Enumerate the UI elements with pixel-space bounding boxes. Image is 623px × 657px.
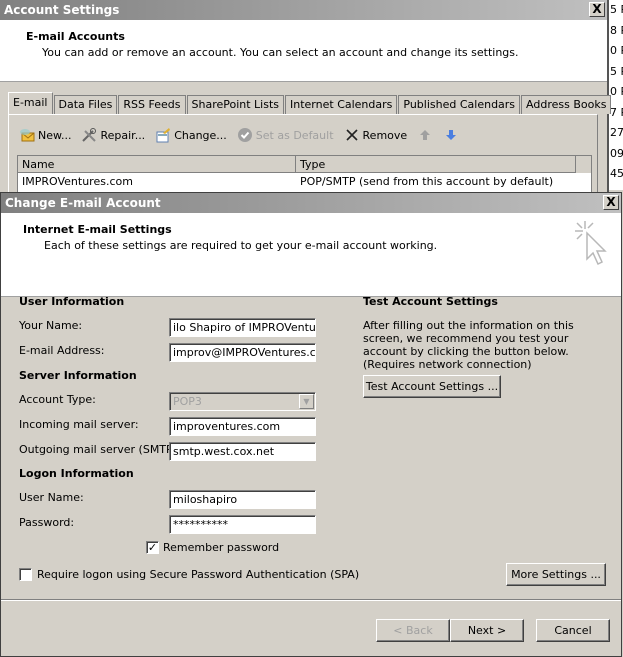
checkmark-icon: ✓ [147, 541, 158, 554]
bg-text: 27 [610, 126, 623, 139]
tab-sharepoint-lists[interactable]: SharePoint Lists [186, 95, 285, 114]
email-address-label: E-mail Address: [19, 344, 105, 357]
tab-published-calendars[interactable]: Published Calendars [398, 95, 521, 114]
spa-label: Require logon using Secure Password Auth… [37, 568, 360, 581]
spa-checkbox[interactable] [19, 568, 32, 581]
change-button[interactable]: Change... [155, 127, 227, 143]
tab-bar: E-mail Data Files RSS Feeds SharePoint L… [8, 92, 612, 114]
bg-text: 5 P [610, 3, 623, 16]
repair-label: Repair... [100, 128, 146, 142]
account-name-cell: IMPROVentures.com [22, 175, 133, 188]
divider [1, 599, 621, 601]
logon-information-heading: Logon Information [19, 467, 134, 480]
bg-text: 5 P [610, 64, 623, 78]
server-information-heading: Server Information [19, 369, 137, 382]
user-name-label: User Name: [19, 491, 84, 504]
remove-button[interactable]: Remove [344, 127, 408, 143]
incoming-server-label: Incoming mail server: [19, 418, 139, 431]
dropdown-arrow-icon: ▼ [299, 394, 314, 409]
repair-tools-icon [82, 128, 97, 142]
window-title: Account Settings [4, 3, 120, 17]
remember-password-label: Remember password [163, 541, 280, 554]
tab-address-books[interactable]: Address Books [521, 95, 612, 114]
checkmark-circle-icon [237, 128, 252, 142]
new-label: New... [38, 128, 72, 142]
title-bar: Account Settings X [0, 0, 607, 20]
tab-internet-calendars[interactable]: Internet Calendars [285, 95, 398, 114]
user-information-heading: User Information [19, 295, 125, 308]
close-button[interactable]: X [603, 195, 619, 210]
bg-text: 8 P [610, 23, 623, 37]
bg-text: 45 [610, 167, 623, 180]
tab-email[interactable]: E-mail [8, 92, 53, 114]
set-default-label: Set as Default [255, 128, 334, 142]
header-description: Each of these settings are required to g… [44, 239, 438, 252]
new-button[interactable]: New... [19, 127, 71, 143]
remove-x-icon [345, 129, 358, 141]
header-panel: E-mail Accounts You can add or remove an… [0, 20, 607, 82]
remember-password-checkbox[interactable]: ✓ [146, 541, 159, 554]
repair-button[interactable]: Repair... [81, 127, 145, 143]
account-type-label: Account Type: [19, 393, 96, 406]
close-icon: X [606, 195, 616, 209]
header-title: E-mail Accounts [26, 30, 125, 43]
test-account-heading: Test Account Settings [363, 295, 498, 308]
header-description: You can add or remove an account. You ca… [42, 46, 519, 59]
bg-text: 36 [609, 185, 623, 191]
bg-text: 0 P [610, 44, 623, 57]
cancel-button[interactable]: Cancel [536, 619, 610, 642]
test-account-settings-button[interactable]: Test Account Settings ... [363, 375, 501, 398]
outgoing-server-input[interactable]: smtp.west.cox.net [169, 442, 316, 461]
column-header-name[interactable]: Name [18, 156, 296, 173]
password-input[interactable]: ********** [169, 515, 316, 534]
cursor-click-icon [575, 221, 607, 266]
your-name-label: Your Name: [19, 319, 83, 332]
toolbar: New... Repair... Change... Set as Defaul… [19, 127, 459, 143]
account-type-cell: POP/SMTP (send from this account by defa… [300, 175, 554, 188]
more-settings-button[interactable]: More Settings ... [506, 563, 606, 586]
new-mail-icon [20, 129, 35, 142]
account-type-value: POP3 [173, 395, 202, 408]
list-header: Name Type [18, 156, 591, 173]
close-icon: X [592, 2, 602, 16]
move-down-arrow-icon[interactable] [443, 127, 459, 143]
incoming-server-input[interactable]: improventures.com [169, 417, 316, 436]
email-tab-panel: New... Repair... Change... Set as Defaul… [8, 114, 598, 205]
back-button[interactable]: < Back [376, 619, 450, 642]
column-header-type[interactable]: Type [296, 156, 576, 173]
title-bar: Change E-mail Account X [1, 193, 621, 213]
tab-rss-feeds[interactable]: RSS Feeds [118, 95, 186, 114]
remove-label: Remove [362, 128, 408, 142]
outgoing-server-label: Outgoing mail server (SMTP): [19, 443, 181, 456]
header-title: Internet E-mail Settings [23, 223, 172, 236]
test-account-description: After filling out the information on thi… [363, 319, 574, 371]
your-name-input[interactable]: ilo Shapiro of IMPROVentures [169, 318, 316, 337]
change-label: Change... [174, 128, 227, 142]
change-email-account-dialog: Change E-mail Account X Internet E-mail … [0, 192, 622, 657]
next-button[interactable]: Next > [450, 619, 524, 642]
tab-data-files[interactable]: Data Files [53, 95, 118, 114]
password-label: Password: [19, 516, 75, 529]
header-panel: Internet E-mail Settings Each of these s… [1, 213, 621, 297]
email-address-input[interactable]: improv@IMPROVentures.com [169, 343, 316, 362]
change-settings-icon [156, 128, 171, 143]
account-settings-window: Account Settings X E-mail Accounts You c… [0, 0, 612, 205]
bg-text: 09 [610, 146, 623, 160]
close-button[interactable]: X [589, 2, 605, 17]
list-row[interactable]: IMPROVentures.com POP/SMTP (send from th… [18, 173, 591, 190]
move-up-arrow-icon[interactable] [417, 127, 433, 143]
user-name-input[interactable]: miloshapiro [169, 490, 316, 509]
account-type-select[interactable]: POP3 ▼ [169, 392, 316, 411]
dialog-title: Change E-mail Account [5, 196, 161, 210]
set-default-button[interactable]: Set as Default [237, 127, 334, 143]
